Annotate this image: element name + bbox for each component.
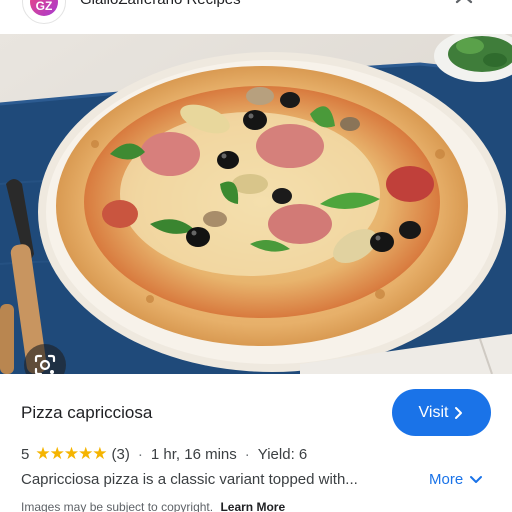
star-rating-icon: ★★★★★ xyxy=(35,444,107,463)
learn-more-link[interactable]: Learn More xyxy=(220,500,285,512)
cook-time: 1 hr, 16 mins xyxy=(150,445,237,463)
close-icon[interactable] xyxy=(452,0,476,10)
visit-button-label: Visit xyxy=(418,403,449,421)
chevron-right-icon xyxy=(455,406,463,419)
viewer-header: GZ GialloZafferano Recipes xyxy=(0,0,512,34)
more-button[interactable]: More xyxy=(429,471,483,488)
review-count: (3) xyxy=(111,445,130,463)
recipe-meta: 5 ★★★★★ (3) · 1 hr, 16 mins · Yield: 6 xyxy=(21,444,307,464)
copyright-disclaimer: Images may be subject to copyright. Lear… xyxy=(21,500,285,512)
site-name[interactable]: GialloZafferano Recipes xyxy=(80,0,241,8)
chevron-down-icon xyxy=(470,475,483,483)
separator-dot: · xyxy=(137,445,143,463)
more-vert-icon[interactable] xyxy=(396,0,410,8)
gz-logo-icon: GZ xyxy=(30,0,58,16)
result-info-panel: Pizza capricciosa Visit 5 ★★★★★ (3) · 1 … xyxy=(0,374,512,512)
more-button-label: More xyxy=(429,471,464,488)
rating-value: 5 xyxy=(21,445,30,463)
disclaimer-text: Images may be subject to copyright. xyxy=(21,500,214,512)
pizza-image[interactable] xyxy=(0,34,512,374)
separator-dot: · xyxy=(244,445,250,463)
yield: Yield: 6 xyxy=(257,445,308,463)
recipe-description: Capricciosa pizza is a classic variant t… xyxy=(21,471,358,488)
visit-button[interactable]: Visit xyxy=(392,389,491,436)
image-viewer: GZ GialloZafferano Recipes xyxy=(0,0,512,512)
result-title[interactable]: Pizza capricciosa xyxy=(21,403,152,423)
site-logo[interactable]: GZ xyxy=(22,0,66,24)
